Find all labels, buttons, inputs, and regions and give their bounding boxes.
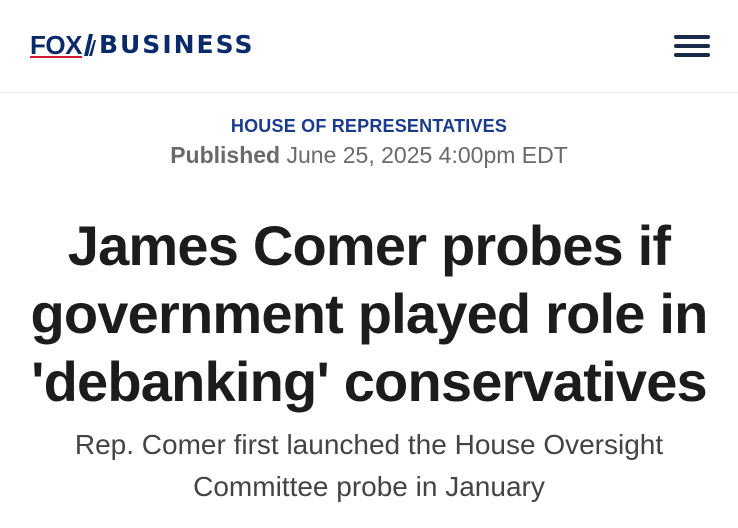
logo-slashes-icon xyxy=(83,34,96,56)
logo-business-text: BUSINESS xyxy=(98,30,255,59)
published-line: Published June 25, 2025 4:00pm EDT xyxy=(0,142,738,169)
article-subheadline: Rep. Comer first launched the House Over… xyxy=(74,429,664,502)
section-link[interactable]: HOUSE OF REPRESENTATIVES xyxy=(0,116,738,137)
fox-business-logo[interactable]: FOX BUSINESS xyxy=(30,30,255,60)
hamburger-menu-icon[interactable] xyxy=(674,34,710,58)
site-header: FOX BUSINESS xyxy=(0,0,738,93)
published-label: Published xyxy=(170,142,281,168)
menu-bar xyxy=(674,53,710,57)
menu-bar xyxy=(674,35,710,39)
article-headline: James Comer probes if government played … xyxy=(30,214,708,413)
logo-fox-text: FOX xyxy=(30,30,82,60)
menu-bar xyxy=(674,44,710,48)
published-date: June 25, 2025 4:00pm EDT xyxy=(286,142,568,168)
